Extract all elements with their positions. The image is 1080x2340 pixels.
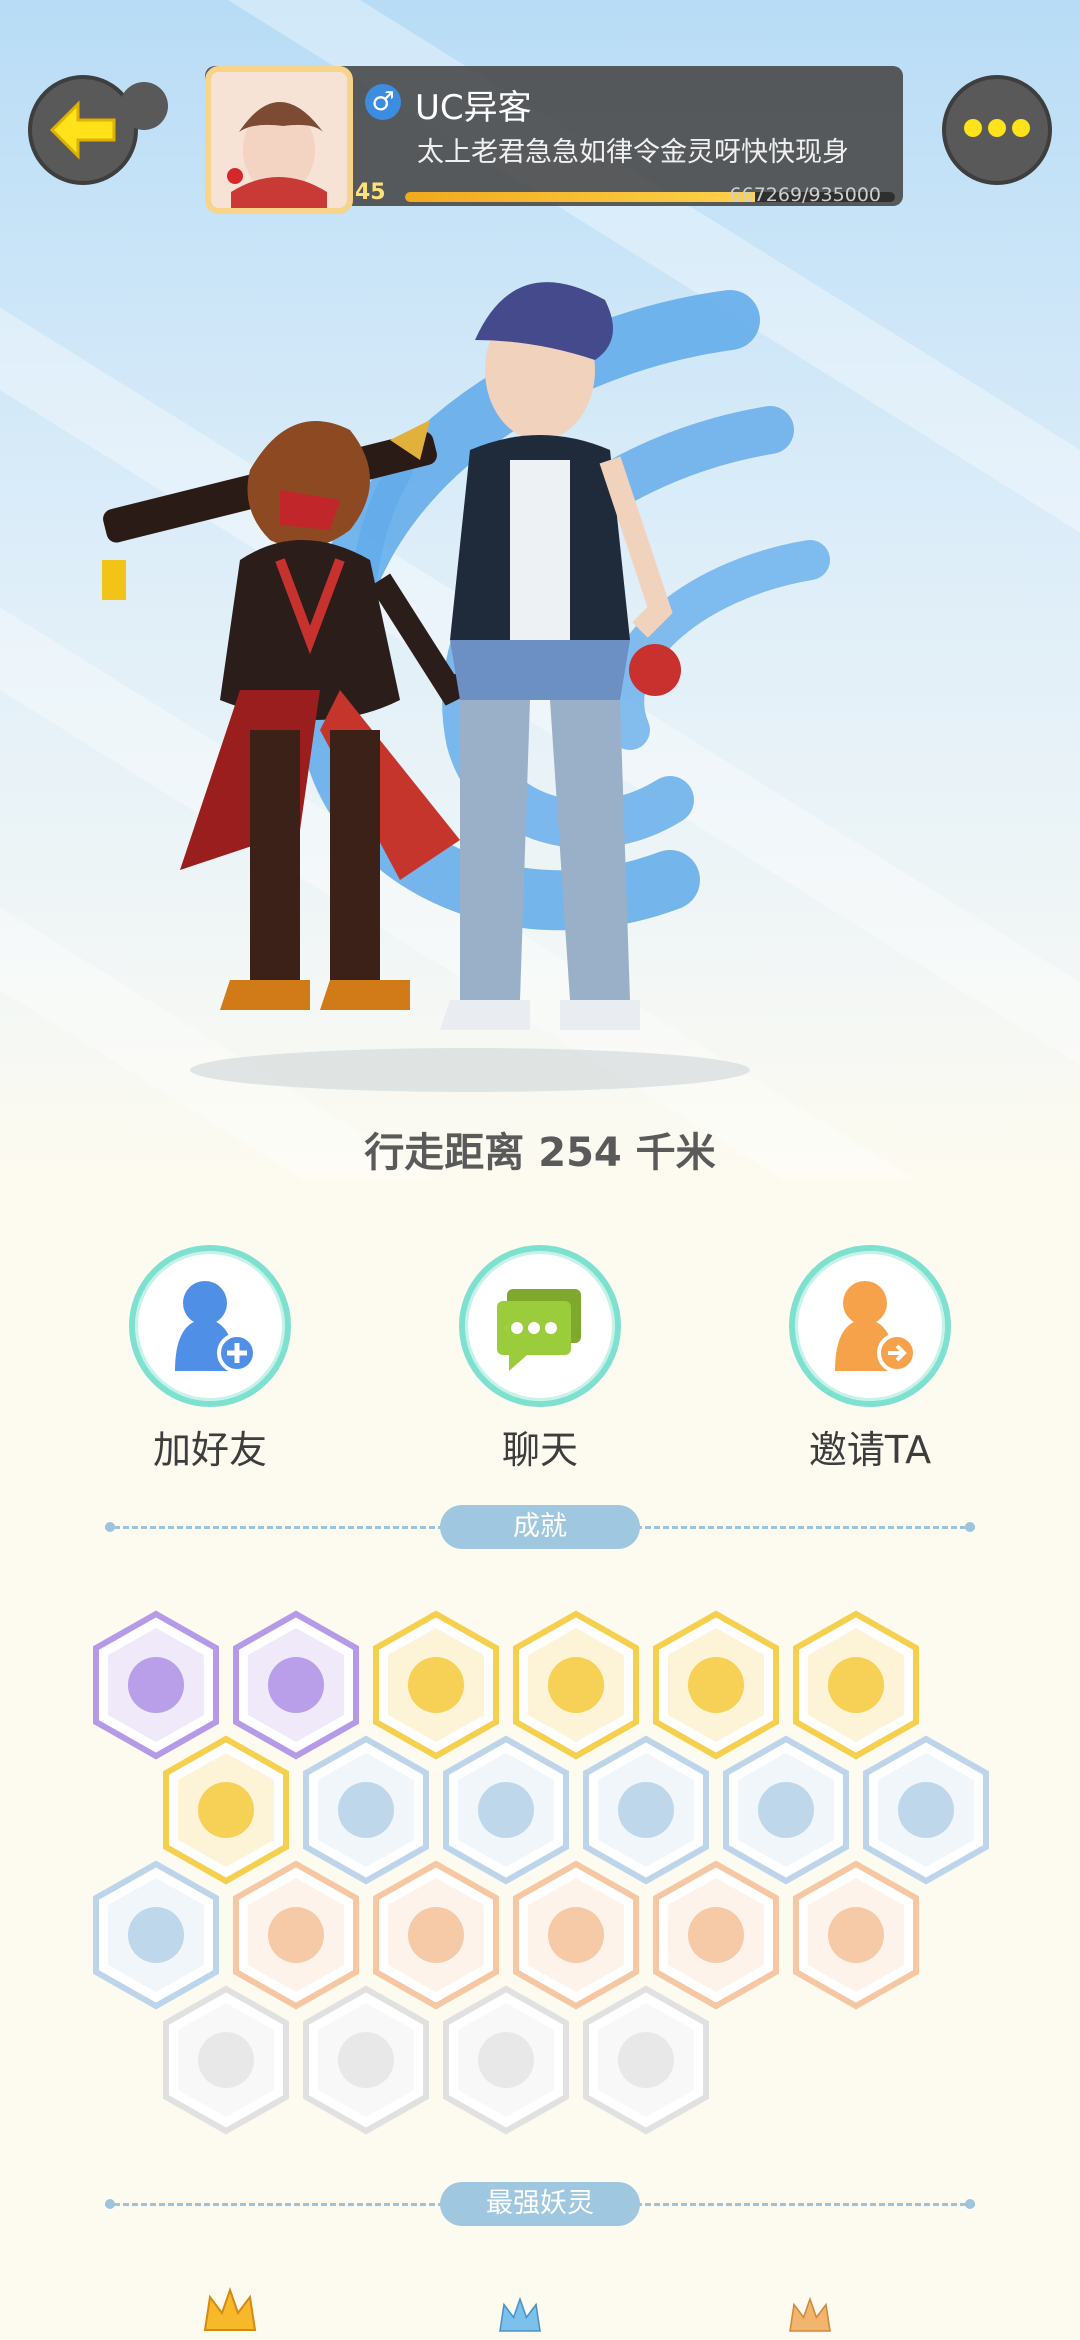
- angry-sack-icon: [793, 1860, 919, 2010]
- arrow-left-icon: [49, 100, 116, 160]
- character-models[interactable]: [90, 260, 850, 1100]
- achievement-badge[interactable]: [440, 1985, 572, 2139]
- exp-bar-fill: [405, 192, 755, 202]
- duo-spirits-icon: [443, 1985, 569, 2135]
- achievement-badge[interactable]: [160, 1985, 292, 2139]
- invite-label: 邀请TA: [808, 1428, 932, 1472]
- ranking-crowns: [0, 2275, 1080, 2340]
- action-bar: 加好友 聊天 邀请TA: [0, 1245, 1080, 1475]
- gold-crown-icon: [203, 2286, 257, 2331]
- gender-icon: ♂: [365, 84, 401, 120]
- add-friend-button[interactable]: 加好友: [120, 1245, 300, 1474]
- crossed-swords-icon: [303, 1985, 429, 2135]
- back-button-tail: [120, 82, 168, 130]
- signature: 太上老君急急如律令金灵呀快快现身: [417, 137, 849, 168]
- add-friend-icon: [175, 1281, 257, 1373]
- level-badge: 45: [355, 180, 386, 205]
- belt-icon: [163, 1985, 289, 2135]
- achievement-badge[interactable]: [300, 1985, 432, 2139]
- avatar-portrait-icon: [211, 72, 347, 208]
- profile-card[interactable]: ♂ UC异客 太上老君急急如律令金灵呀快快现身 45 667269/935000: [205, 66, 903, 214]
- bronze-crown-icon: [789, 2296, 831, 2332]
- avatar[interactable]: [205, 66, 353, 214]
- add-friend-label: 加好友: [152, 1428, 267, 1472]
- back-button[interactable]: [28, 75, 138, 185]
- invite-button[interactable]: 邀请TA: [780, 1245, 960, 1474]
- invite-icon: [835, 1281, 917, 1373]
- chat-icon: [497, 1289, 581, 1371]
- more-button[interactable]: [942, 75, 1052, 185]
- chat-button[interactable]: 聊天: [450, 1245, 630, 1474]
- more-icon: [961, 119, 1033, 141]
- nickname: UC异客: [415, 88, 532, 128]
- walk-distance: 行走距离 254 千米: [364, 1130, 716, 1176]
- achievement-badge[interactable]: [790, 1860, 922, 2014]
- scroll-pet-icon: [583, 1985, 709, 2135]
- strongest-spirits-header: 最强妖灵: [105, 2182, 975, 2226]
- achievement-badge[interactable]: [580, 1985, 712, 2139]
- achievements-header: 成就: [105, 1505, 975, 1549]
- chat-label: 聊天: [501, 1428, 578, 1472]
- strongest-spirits-title: 最强妖灵: [440, 2182, 640, 2226]
- exp-text: 667269/935000: [729, 184, 881, 206]
- silver-crown-icon: [499, 2296, 541, 2332]
- monkey-king-character: [102, 420, 476, 1010]
- human-character: [440, 282, 681, 1030]
- achievements-title: 成就: [440, 1505, 640, 1549]
